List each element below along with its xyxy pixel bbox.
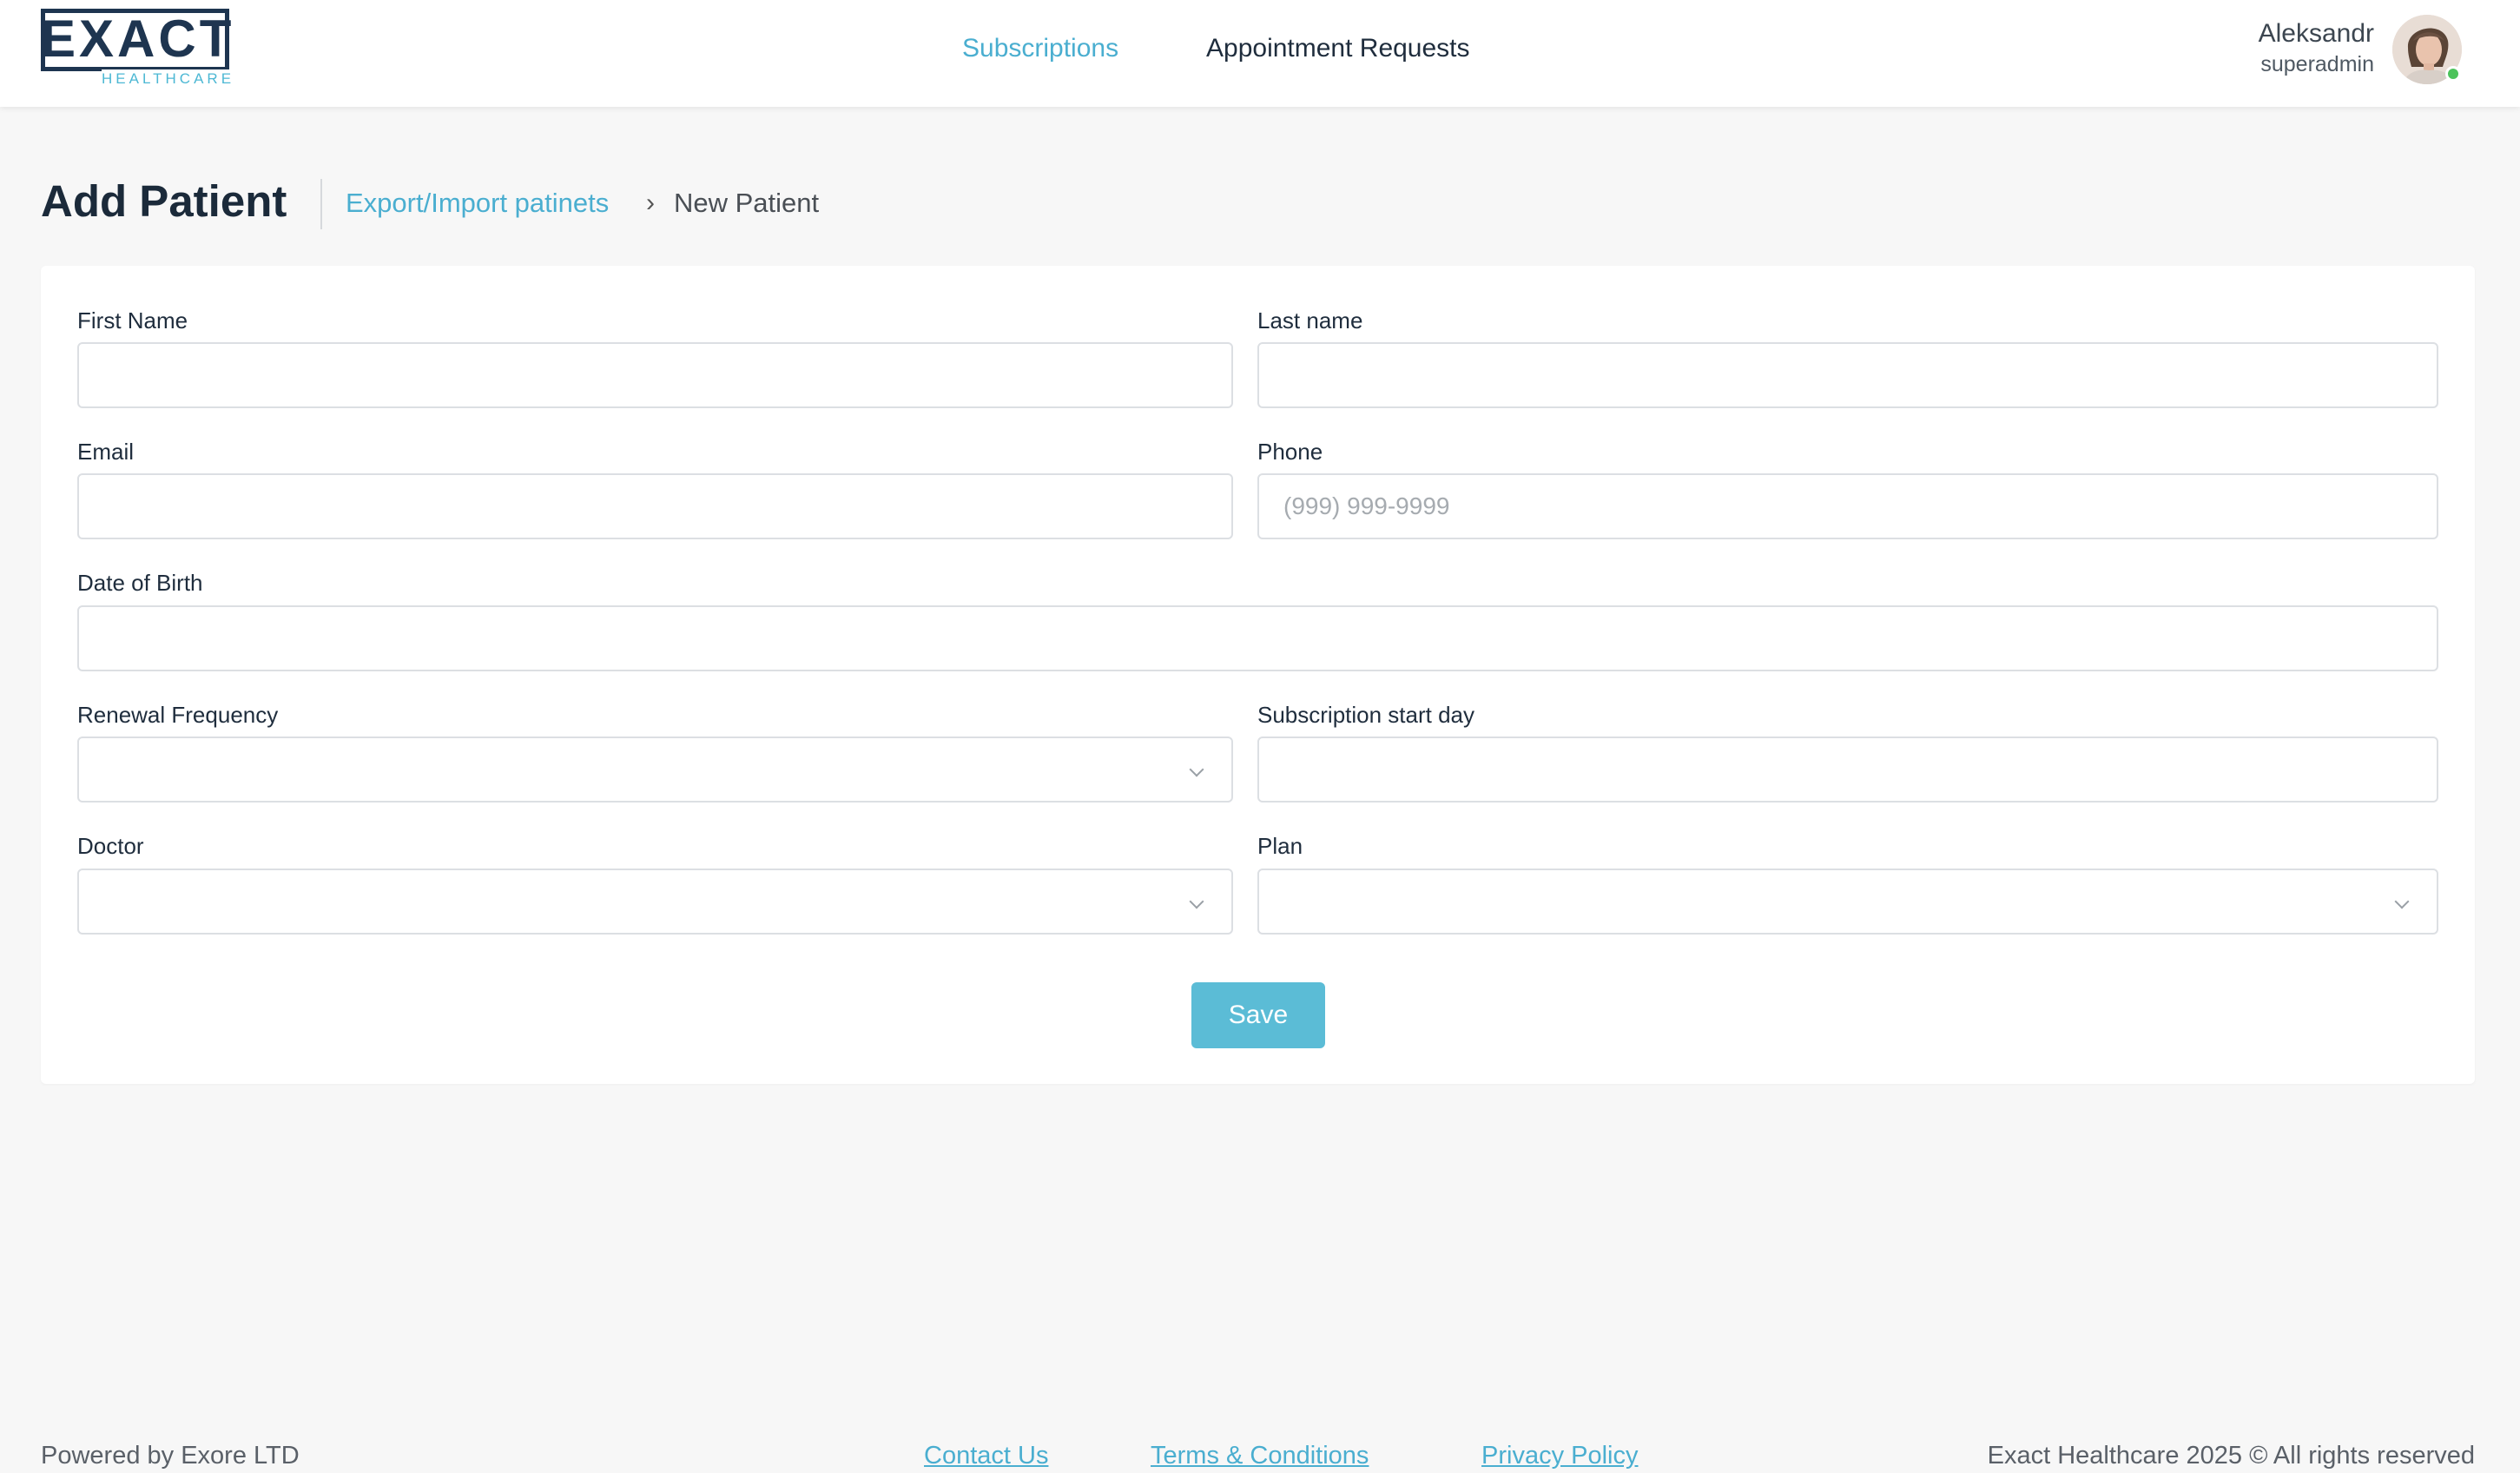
- chevron-down-icon: [2394, 894, 2410, 909]
- first-name-label: First Name: [77, 307, 188, 334]
- doctor-label: Doctor: [77, 833, 144, 859]
- first-name-input[interactable]: [77, 342, 1233, 408]
- nav-appointment-requests[interactable]: Appointment Requests: [1206, 31, 1470, 66]
- email-label: Email: [77, 439, 135, 465]
- date-of-birth-input[interactable]: [77, 605, 2438, 671]
- breadcrumb-export-import-link[interactable]: Export/Import patinets: [346, 186, 609, 221]
- footer-powered-by: Powered by Exore LTD: [41, 1442, 300, 1470]
- chevron-down-icon: [1189, 762, 1204, 777]
- breadcrumb-current: New Patient: [674, 188, 820, 218]
- last-name-input[interactable]: [1257, 342, 2438, 408]
- phone-label: Phone: [1257, 439, 1323, 465]
- add-patient-form-card: First Name Last name Email Phone Date of…: [41, 266, 2475, 1084]
- phone-input[interactable]: [1257, 473, 2438, 539]
- footer-copyright: Exact Healthcare 2025 © All rights reser…: [1987, 1442, 2475, 1470]
- renewal-frequency-label: Renewal Frequency: [77, 702, 279, 728]
- title-divider: [320, 179, 322, 229]
- chevron-down-icon: [1189, 894, 1204, 909]
- user-name[interactable]: Aleksandr: [2259, 17, 2374, 50]
- footer-terms-link[interactable]: Terms & Conditions: [1151, 1438, 1369, 1473]
- logo-subtitle: HEALTHCARE: [102, 69, 235, 89]
- footer-contact-link[interactable]: Contact Us: [924, 1438, 1048, 1473]
- subscription-start-day-label: Subscription start day: [1257, 702, 1475, 728]
- breadcrumb-chevron-icon: ›: [646, 188, 655, 217]
- doctor-select[interactable]: [77, 869, 1233, 935]
- plan-label: Plan: [1257, 833, 1303, 859]
- user-role: superadmin: [2260, 52, 2374, 76]
- last-name-label: Last name: [1257, 307, 1363, 334]
- exact-healthcare-logo[interactable]: EXACT HEALTHCARE: [41, 9, 235, 89]
- date-of-birth-label: Date of Birth: [77, 570, 203, 596]
- save-button[interactable]: Save: [1191, 982, 1325, 1048]
- logo-word: EXACT: [41, 10, 235, 68]
- top-header: EXACT HEALTHCARE Subscriptions Appointme…: [0, 0, 2520, 107]
- page-title: Add Patient: [41, 176, 287, 226]
- online-status-dot: [2445, 66, 2461, 82]
- plan-select[interactable]: [1257, 869, 2438, 935]
- email-input[interactable]: [77, 473, 1233, 539]
- nav-subscriptions[interactable]: Subscriptions: [962, 31, 1118, 66]
- renewal-frequency-select[interactable]: [77, 736, 1233, 803]
- footer-privacy-link[interactable]: Privacy Policy: [1481, 1438, 1639, 1473]
- subscription-start-day-input[interactable]: [1257, 736, 2438, 803]
